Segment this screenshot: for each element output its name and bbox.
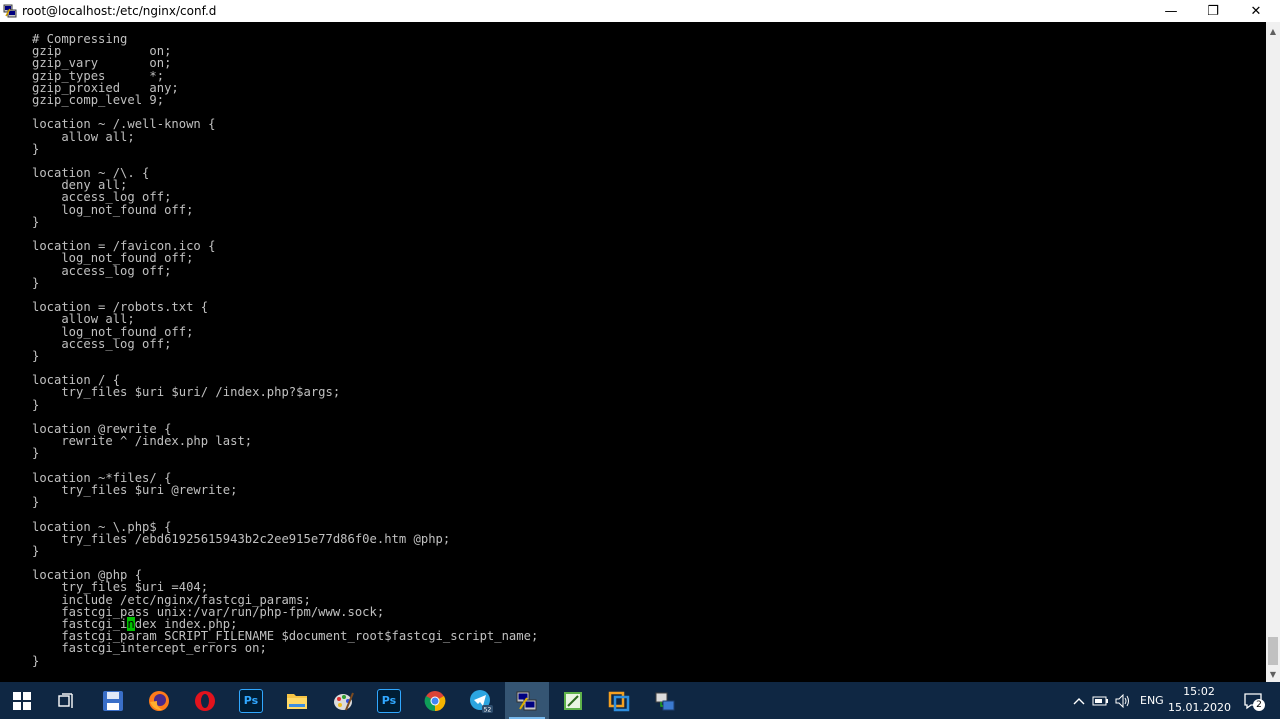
close-button[interactable]: ✕ [1234,0,1278,22]
taskbar-app-paint[interactable] [321,682,365,719]
terminal-line: try_files $uri =404; [32,580,209,595]
windows-logo-icon [13,691,31,710]
firefox-icon [149,690,169,711]
window-title: root@localhost:/etc/nginx/conf.d [22,4,217,18]
terminal-line: rewrite ^ /index.php last; [32,434,253,449]
taskbar-app-explorer[interactable] [275,682,319,719]
taskbar-app-save[interactable] [91,682,135,719]
clock[interactable]: 15:02 15.01.2020 [1168,682,1231,719]
terminal-line: } [32,214,40,229]
terminal-line: } [32,275,40,290]
scroll-down-arrow-icon[interactable]: ▼ [1266,667,1280,681]
clock-date: 15.01.2020 [1168,701,1231,714]
taskbar-app-chrome[interactable] [413,682,457,719]
scroll-up-arrow-icon[interactable]: ▲ [1266,24,1280,38]
terminal-area[interactable]: # Compressing gzip on; gzip_vary on; gzip_t… [0,22,1266,682]
terminal-line: access_log off; [32,263,172,278]
photoshop-icon: Ps [239,688,263,713]
task-view-icon [58,692,73,708]
terminal-line: try_files $uri $uri/ /index.php?$args; [32,385,341,400]
terminal-line: } [32,141,40,156]
taskbar-app-photoshop[interactable]: Ps [229,682,273,719]
terminal-line: } [32,397,40,412]
taskbar-app-opera[interactable] [183,682,227,719]
terminal-line: } [32,653,40,668]
folder-icon [287,693,307,709]
task-view-button[interactable] [45,682,89,719]
terminal-line: log_not_found off; [32,324,194,339]
terminal-line: log_not_found off; [32,251,194,266]
maximize-button[interactable]: ❐ [1191,0,1235,22]
opera-icon [195,690,215,711]
terminal-line: gzip_comp_level 9; [32,92,165,107]
window-title-bar[interactable]: root@localhost:/etc/nginx/conf.d — ❐ ✕ [0,0,1280,22]
telegram-badge: 52 [484,706,492,713]
terminal-line: } [32,543,40,558]
network-tool-icon [655,692,675,710]
terminal-line: try_files $uri @rewrite; [32,482,238,497]
taskbar-app-network[interactable] [643,682,687,719]
terminal-text: # Compressing gzip on; gzip_vary on; gzip_t… [32,33,538,667]
putty-icon [516,691,537,710]
action-center-button[interactable]: 2 [1234,682,1272,719]
language-indicator[interactable]: ENG [1140,682,1164,719]
terminal-line: access_log off; [32,336,172,351]
paint-palette-icon [334,692,354,710]
vertical-scrollbar[interactable]: ▲ ▼ [1266,22,1280,682]
clock-time: 15:02 [1183,685,1215,698]
terminal-line: location ~ \.php$ { [32,519,172,534]
taskbar: Ps Ps 52 ENG 15:02 15.01.2020 2 [0,682,1280,719]
terminal-line: } [32,446,40,461]
terminal-line: } [32,348,40,363]
telegram-icon: 52 [470,689,493,713]
terminal-line: log_not_found off; [32,202,194,217]
battery-icon[interactable] [1090,682,1112,719]
volume-icon[interactable] [1112,682,1134,719]
virtualbox-icon [608,691,630,711]
terminal-line: try_files /ebd61925615943b2c2ee915e77d86… [32,531,451,546]
terminal-line: } [32,495,40,510]
terminal-line: allow all; [32,129,135,144]
taskbar-app-putty[interactable] [505,682,549,719]
notification-count-badge: 2 [1253,699,1265,711]
taskbar-app-virtualbox[interactable] [597,682,641,719]
notepad-icon [564,691,582,710]
scrollbar-thumb[interactable] [1268,637,1278,665]
terminal-line: access_log off; [32,190,172,205]
terminal-line: allow all; [32,312,135,327]
floppy-disk-icon [103,690,123,711]
terminal-line: gzip_types *; [32,68,165,83]
restore-icon: ❐ [1207,3,1219,19]
terminal-line: location ~ /.well-known { [32,117,216,132]
taskbar-app-telegram[interactable]: 52 [459,682,503,719]
putty-icon [3,4,17,18]
start-button[interactable] [0,682,44,719]
close-icon: ✕ [1250,3,1262,19]
show-hidden-icons-chevron-icon[interactable] [1068,682,1090,719]
taskbar-app-firefox[interactable] [137,682,181,719]
minimize-button[interactable]: — [1149,0,1193,22]
terminal-line: include /etc/nginx/fastcgi_params; [32,592,311,607]
chrome-icon [424,690,446,711]
minimize-icon: — [1164,3,1178,19]
system-tray [1068,682,1134,719]
photoshop-icon: Ps [377,688,401,713]
terminal-line: fastcgi_intercept_errors on; [32,641,267,656]
terminal-line: gzip_vary on; [32,56,172,71]
taskbar-app-photoshop-2[interactable]: Ps [367,682,411,719]
taskbar-app-notepad[interactable] [551,682,595,719]
